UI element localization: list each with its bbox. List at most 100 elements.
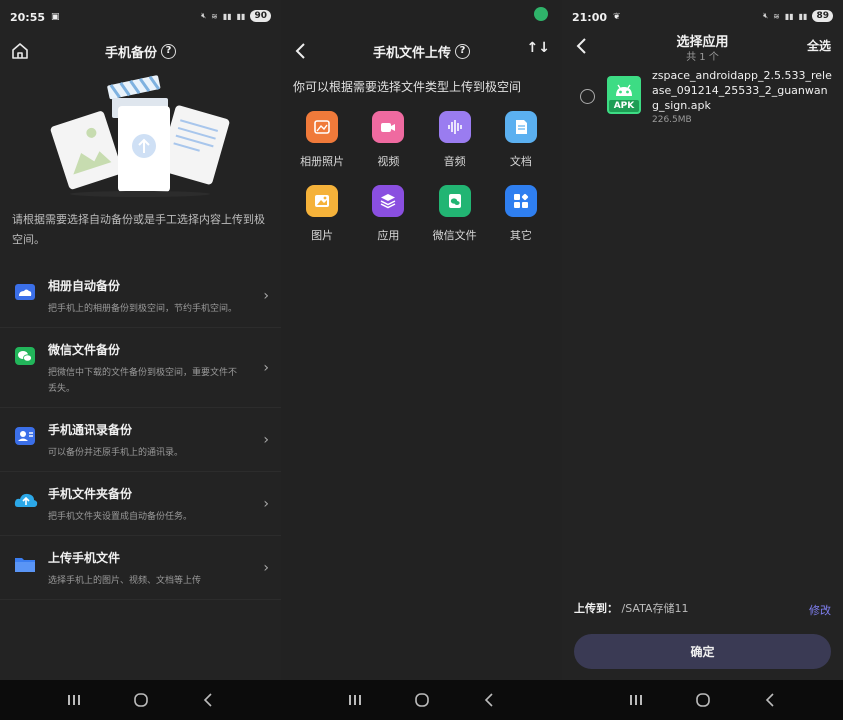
backup-item-title: 微信文件备份 [48, 343, 121, 357]
type-label: 相册照片 [300, 155, 345, 168]
type-label: 文档 [509, 155, 532, 168]
chevron-right-icon: › [263, 287, 269, 304]
backup-item-album[interactable]: 相册自动备份 把手机上的相册备份到极空间，节约手机空间。 › [0, 264, 281, 328]
backup-item-title: 相册自动备份 [48, 279, 121, 293]
backup-item-desc: 把手机文件夹设置成自动备份任务。 [48, 512, 193, 522]
home-icon[interactable] [10, 41, 30, 61]
recent-apps-icon[interactable] [626, 692, 646, 708]
signal-icon: ▮▮ [784, 11, 794, 21]
status-bar: 20:55 ▣ 🔇︎ ≋ ▮▮ ▮▮ 90 [0, 0, 281, 34]
file-row[interactable]: APK zspace_androidapp_2.5.533_release_09… [562, 68, 843, 130]
back-button-icon[interactable] [479, 692, 499, 708]
backup-panel: 20:55 ▣ 🔇︎ ≋ ▮▮ ▮▮ 90 手机备份 ? 请根据需要选择自动备份… [0, 0, 281, 720]
wifi-icon: ≋ [773, 11, 780, 21]
home-button-icon[interactable] [693, 692, 713, 708]
home-button-icon[interactable] [131, 692, 151, 708]
select-all-button[interactable]: 全选 [807, 37, 831, 54]
contacts-icon [14, 426, 36, 446]
video-icon [372, 111, 405, 143]
battery-indicator: 89 [812, 10, 833, 22]
page-title: 手机备份 [104, 45, 157, 61]
back-arrow-icon[interactable] [291, 41, 311, 61]
chevron-right-icon: › [263, 359, 269, 376]
recent-apps-icon[interactable] [64, 692, 84, 708]
album-cloud-icon [14, 282, 36, 302]
backup-item-contacts[interactable]: 手机通讯录备份 可以备份并还原手机上的通讯录。 › [0, 408, 281, 472]
mic-indicator-icon [534, 7, 548, 21]
cloud-upload-icon [14, 490, 38, 510]
type-document[interactable]: 文档 [488, 111, 554, 169]
album-photo-icon [306, 111, 339, 143]
backup-item-wechat[interactable]: 微信文件备份 把微信中下载的文件备份到极空间，重要文件不丢失。 › [0, 328, 281, 408]
item-count: 共 1 个 [686, 52, 719, 63]
signal-icon-2: ▮▮ [236, 11, 246, 21]
recent-apps-icon[interactable] [345, 692, 365, 708]
chevron-right-icon: › [263, 559, 269, 576]
apk-badge: APK [613, 101, 635, 111]
status-icons: 🔇︎ ≋ ▮▮ ▮▮ 90 [201, 10, 271, 22]
signal-icon: ▮▮ [222, 11, 232, 21]
help-icon[interactable]: ? [161, 43, 176, 59]
confirm-button[interactable]: 确定 [574, 634, 831, 669]
wechat-icon [14, 346, 36, 366]
help-icon[interactable]: ? [455, 43, 470, 59]
wechat-file-icon [438, 185, 471, 217]
type-album-photo[interactable]: 相册照片 [289, 111, 355, 169]
type-wechat-file[interactable]: 微信文件 [422, 185, 488, 243]
page-header: 手机备份 ? [0, 34, 281, 68]
battery-indicator: 90 [250, 10, 271, 22]
home-button-icon[interactable] [412, 692, 432, 708]
type-video[interactable]: 视频 [355, 111, 421, 169]
status-bar [281, 0, 562, 34]
backup-item-upload[interactable]: 上传手机文件 选择手机上的图片、视频、文档等上传 › [0, 536, 281, 600]
upload-path: /SATA存储11 [621, 602, 689, 615]
status-time: 21:00 [572, 10, 608, 24]
wifi-icon: ≋ [211, 11, 218, 21]
page-header: 选择应用 共 1 个 全选 [562, 34, 843, 68]
backup-item-desc: 可以备份并还原手机上的通讯录。 [48, 448, 184, 458]
type-other[interactable]: 其它 [488, 185, 554, 243]
folder-icon [14, 554, 36, 574]
backup-item-desc: 选择手机上的图片、视频、文档等上传 [48, 576, 202, 586]
screenshot-icon: ▣ [51, 12, 60, 22]
status-icons: 🔇︎ ≋ ▮▮ ▮▮ 89 [763, 10, 833, 22]
type-label: 音频 [443, 155, 466, 168]
backup-item-folder[interactable]: 手机文件夹备份 把手机文件夹设置成自动备份任务。 › [0, 472, 281, 536]
leaf-icon: ❦ [613, 12, 621, 22]
upload-destination: 上传到： /SATA存储11 修改 [562, 600, 843, 620]
sort-icon[interactable]: ↑↓ [527, 40, 550, 56]
backup-list: 相册自动备份 把手机上的相册备份到极空间，节约手机空间。 › 微信文件备份 把微… [0, 264, 281, 600]
type-image[interactable]: 图片 [289, 185, 355, 243]
type-label: 应用 [377, 229, 400, 242]
type-audio[interactable]: 音频 [422, 111, 488, 169]
back-button-icon[interactable] [198, 692, 218, 708]
type-label: 其它 [509, 229, 532, 242]
mute-icon: 🔇︎ [763, 11, 769, 20]
apps-icon [372, 185, 405, 217]
status-bar: 21:00 ❦ 🔇︎ ≋ ▮▮ ▮▮ 89 [562, 0, 843, 34]
mute-icon: 🔇︎ [201, 11, 207, 20]
edit-destination-link[interactable]: 修改 [809, 602, 831, 618]
upload-hint: 你可以根据需要选择文件类型上传到极空间 [293, 80, 522, 94]
page-title: 手机文件上传 [372, 45, 451, 61]
android-nav-bar [281, 680, 562, 720]
back-arrow-icon[interactable] [572, 36, 592, 60]
backup-item-title: 手机通讯录备份 [48, 423, 133, 437]
backup-item-desc: 把微信中下载的文件备份到极空间，重要文件不丢失。 [48, 368, 238, 394]
chevron-right-icon: › [263, 495, 269, 512]
backup-hint: 请根据需要选择自动备份或是手工选择内容上传到极空间。 [12, 213, 265, 246]
type-label: 图片 [311, 229, 334, 242]
type-app[interactable]: 应用 [355, 185, 421, 243]
file-name: zspace_androidapp_2.5.533_release_091214… [652, 69, 832, 112]
other-icon [504, 185, 537, 217]
select-radio[interactable] [580, 89, 595, 104]
back-button-icon[interactable] [760, 692, 780, 708]
backup-item-desc: 把手机上的相册备份到极空间，节约手机空间。 [48, 304, 238, 314]
upload-label: 上传到： [574, 602, 618, 615]
chevron-right-icon: › [263, 431, 269, 448]
page-title: 选择应用 [676, 35, 729, 50]
image-icon [306, 185, 339, 217]
type-label: 视频 [377, 155, 400, 168]
select-app-panel: 21:00 ❦ 🔇︎ ≋ ▮▮ ▮▮ 89 选择应用 共 1 个 全选 APK … [562, 0, 843, 720]
page-header: 手机文件上传 ? ↑↓ [281, 34, 562, 68]
